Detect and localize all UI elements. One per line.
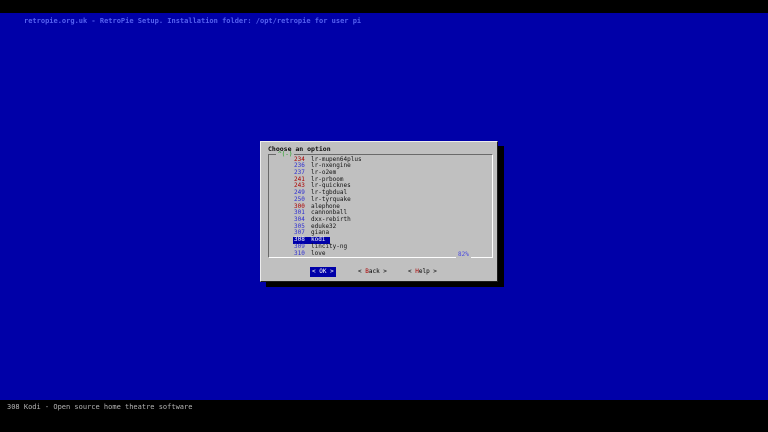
menu-list[interactable]: 234 lr-mupen64plus 236 lr-nxengine 237 lr-o2e… xyxy=(268,154,493,258)
scroll-up-indicator: ^(-) xyxy=(276,150,295,158)
button-row: < OK > < Back > < Help > xyxy=(261,266,497,278)
ok-button[interactable]: < OK > xyxy=(310,267,336,277)
console-screen: retropie.org.uk - RetroPie Setup. Instal… xyxy=(0,13,768,400)
backtitle: retropie.org.uk - RetroPie Setup. Instal… xyxy=(24,17,362,25)
choose-option-dialog: Choose an option 234 lr-mupen64plus 236 lr-… xyxy=(260,141,498,282)
scroll-percent-indicator: 82% xyxy=(456,251,471,258)
menu-item-text: 310 love xyxy=(293,249,326,257)
help-button[interactable]: < Help > xyxy=(406,267,439,277)
status-helpline: 308 Kodi - Open source home theatre soft… xyxy=(7,403,193,411)
button-label-rest: elp > xyxy=(418,268,437,275)
menu-item-tag: 310 xyxy=(294,249,305,257)
button-label-rest: K > xyxy=(322,268,334,275)
back-button[interactable]: < Back > xyxy=(356,267,389,277)
button-label-rest: ack > xyxy=(368,268,387,275)
console-viewport: retropie.org.uk - RetroPie Setup. Instal… xyxy=(0,0,768,432)
menu-item-label: love xyxy=(311,249,326,257)
